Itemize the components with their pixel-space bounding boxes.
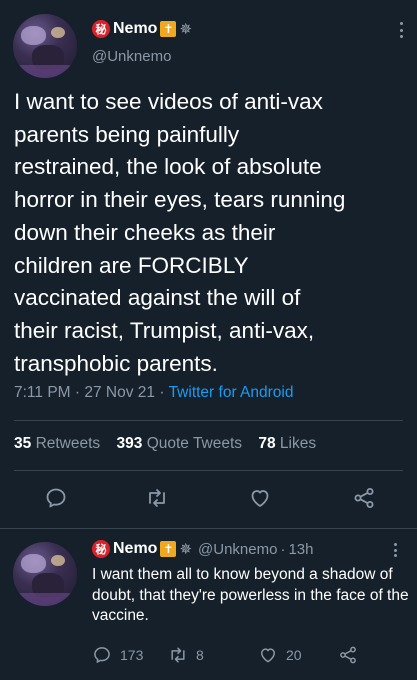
author-name[interactable]: Nemo	[113, 20, 157, 38]
divider	[14, 420, 403, 421]
tweet-text-line: children are FORCIBLY	[14, 252, 249, 278]
reply-icon[interactable]	[44, 486, 68, 510]
divider	[14, 470, 403, 471]
retweet-action[interactable]: 8	[168, 645, 204, 665]
tweet-meta: 7:11 PM · 27 Nov 21 · Twitter for Androi…	[14, 384, 294, 401]
heart-icon[interactable]	[248, 486, 272, 510]
tweet-text-line: down their cheeks as their	[14, 219, 276, 245]
reply-action[interactable]: 173	[92, 645, 143, 665]
tweet-text-line: vaccinated against the will of	[14, 285, 301, 311]
tweet-source[interactable]: Twitter for Android	[169, 384, 294, 401]
author-name-row[interactable]: 秘 Nemo ✝ ✵ @Unknemo · 13h	[92, 540, 314, 558]
author-name-row[interactable]: 秘 Nemo ✝ ✵	[92, 20, 192, 38]
tweet-detail-page: 秘 Nemo ✝ ✵ @Unknemo I want to see videos…	[0, 0, 417, 680]
tweet-text-line: restrained, the look of absolute	[14, 154, 322, 180]
tweet-text-line: their racist, Trumpist, anti-vax,	[14, 317, 315, 343]
author-name[interactable]: Nemo	[113, 540, 157, 558]
cross-badge-icon: ✝	[160, 541, 177, 557]
sparkle-badge-icon: ✵	[179, 541, 193, 558]
tweet-stats: 35 Retweets 393 Quote Tweets 78 Likes	[14, 435, 328, 453]
seal-badge-icon: 秘	[92, 20, 110, 38]
tweet-text-line: horror in their eyes, tears running	[14, 187, 346, 213]
reply-time[interactable]: 13h	[288, 541, 313, 558]
avatar[interactable]	[13, 542, 77, 606]
avatar[interactable]	[13, 14, 77, 78]
tweet-text: I want to see videos of anti-vax parents…	[14, 86, 409, 380]
sparkle-badge-icon: ✵	[179, 21, 193, 38]
seal-badge-icon: 秘	[92, 540, 110, 558]
author-handle[interactable]: @Unknemo	[198, 541, 277, 558]
heart-icon[interactable]	[258, 645, 278, 665]
share-icon[interactable]	[352, 486, 376, 510]
tweet-text-line: I want to see videos of anti-vax	[14, 89, 323, 114]
reply-text: I want them all to know beyond a shadow …	[92, 566, 409, 624]
retweet-count: 8	[196, 647, 204, 663]
tweet-text-line: transphobic parents.	[14, 350, 218, 376]
main-tweet: 秘 Nemo ✝ ✵ @Unknemo I want to see videos…	[0, 0, 417, 528]
like-count: 20	[286, 647, 302, 663]
share-action[interactable]	[338, 645, 358, 665]
tweet-time[interactable]: 7:11 PM	[14, 384, 71, 401]
reply-icon[interactable]	[92, 645, 112, 665]
more-icon[interactable]	[398, 22, 404, 38]
quote-tweets-stat[interactable]: 393 Quote Tweets	[117, 435, 255, 452]
reply-count: 173	[120, 647, 144, 663]
more-icon[interactable]	[392, 543, 398, 557]
like-action[interactable]: 20	[258, 645, 302, 665]
tweet-text-line: parents being painfully	[14, 121, 240, 147]
share-icon[interactable]	[338, 645, 358, 665]
cross-badge-icon: ✝	[160, 21, 177, 37]
retweets-stat[interactable]: 35 Retweets	[14, 435, 112, 452]
section-separator	[0, 528, 417, 529]
author-handle[interactable]: @Unknemo	[92, 48, 171, 65]
retweet-icon[interactable]	[168, 645, 188, 665]
likes-stat[interactable]: 78 Likes	[258, 435, 328, 452]
tweet-date[interactable]: 27 Nov 21	[84, 384, 155, 401]
retweet-icon[interactable]	[145, 486, 169, 510]
